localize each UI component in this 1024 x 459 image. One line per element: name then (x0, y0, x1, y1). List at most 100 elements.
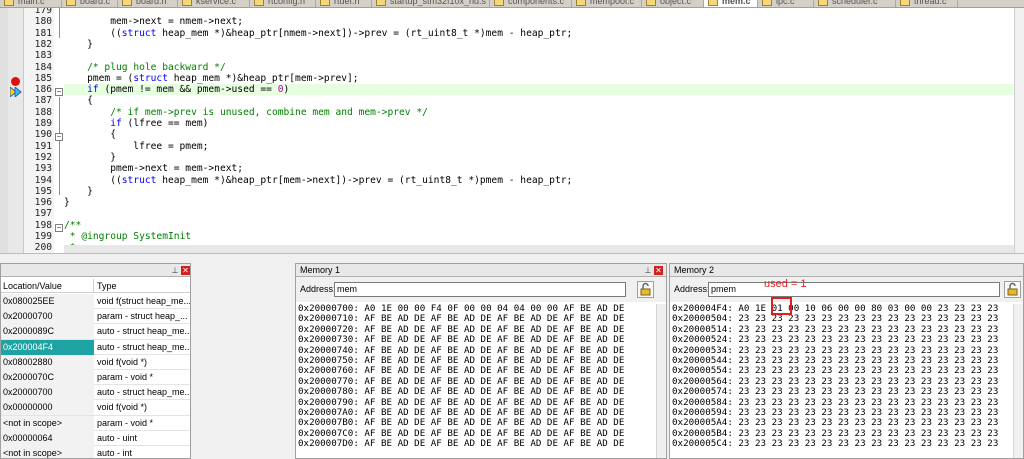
code-line[interactable]: } (64, 39, 1014, 50)
call-stack-row[interactable]: 0x2000089C auto - struct heap_me... (1, 324, 190, 340)
tab-board-c[interactable]: board.c (62, 0, 118, 7)
line-number: 191 (34, 140, 52, 152)
code-line[interactable]: /** (64, 220, 1014, 231)
code-line[interactable]: /* plug hole backward */ (64, 62, 1014, 73)
location-value: 0x2000070C (1, 370, 94, 385)
call-stack-row[interactable]: 0x200004F4 auto - struct heap_me... (1, 339, 190, 355)
code-token: } (64, 38, 93, 50)
column-location[interactable]: Location/Value (1, 279, 94, 293)
code-line[interactable]: } (64, 186, 1014, 197)
tab-scheduler-c[interactable]: scheduler.c (814, 0, 896, 7)
code-line[interactable]: lfree = pmem; (64, 141, 1014, 152)
call-stack-row[interactable]: 0x080025EE void f(struct heap_me... (1, 294, 190, 310)
tab-board-h[interactable]: board.h (118, 0, 178, 7)
code-line[interactable]: mem->next = nmem->next; (64, 16, 1014, 27)
call-stack-row[interactable]: <not in scope> param - void * (1, 415, 190, 431)
code-keyword: struct (121, 27, 157, 39)
code-line[interactable]: /* if mem->prev is unused, combine mem a… (64, 107, 1014, 118)
fold-toggle-icon[interactable]: − (55, 88, 63, 96)
code-line[interactable]: * @ingroup SystemInit (64, 231, 1014, 242)
call-stack-row[interactable]: <not in scope> auto - int (1, 446, 190, 458)
code-line[interactable]: ((struct heap_mem *)&heap_ptr[mem->next]… (64, 175, 1014, 186)
memory-row[interactable]: 0x200007D0: AF BE AD DE AF BE AD DE AF B… (298, 438, 624, 449)
line-number: 196 (34, 197, 52, 209)
tab-label: rtdef.h (334, 0, 360, 6)
code-line[interactable]: if (lfree == mem) (64, 118, 1014, 129)
close-icon[interactable]: ✕ (654, 266, 663, 275)
pin-icon[interactable]: ⊥ (171, 266, 179, 275)
memory-2-scrollbar[interactable] (1013, 304, 1023, 458)
tab-kservice-c[interactable]: kservice.c (178, 0, 250, 7)
type-value: auto - int (97, 448, 133, 458)
tab-mem-c[interactable]: mem.c (704, 0, 758, 7)
line-number: 188 (34, 106, 52, 118)
code-line[interactable]: pmem->next = mem->next; (64, 163, 1014, 174)
tab-rtdef-h[interactable]: rtdef.h (316, 0, 372, 7)
code-comment: /* plug hole backward */ (87, 61, 226, 73)
current-code-line[interactable]: if (pmem != mem && pmem->used == 0) (64, 84, 1014, 96)
code-line[interactable]: { (64, 129, 1014, 140)
editor-horizontal-scrollbar[interactable] (64, 245, 1014, 253)
call-stack-row[interactable]: 0x2000070C param - void * (1, 370, 190, 386)
code-line[interactable]: } (64, 197, 1014, 208)
tab-mempool-c[interactable]: mempool.c (572, 0, 642, 7)
code-line[interactable] (64, 8, 1014, 16)
file-icon (182, 0, 192, 6)
location-value: 0x080025EE (1, 294, 94, 309)
line-number: 185 (34, 72, 52, 84)
editor-vertical-scrollbar[interactable] (1014, 8, 1024, 253)
tab-thread-c[interactable]: thread.c (896, 0, 958, 7)
file-icon (4, 0, 14, 6)
call-stack-row[interactable]: 0x08002880 void f(void *) (1, 354, 190, 370)
breakpoint-icon[interactable] (11, 77, 20, 86)
location-value: 0x08002880 (1, 354, 94, 370)
memory-row[interactable]: 0x200005C4: 23 23 23 23 23 23 23 23 23 2… (672, 438, 998, 449)
call-stack-row[interactable]: 0x20000700 auto - struct heap_me... (1, 385, 190, 401)
line-number: 194 (34, 174, 52, 186)
fold-margin[interactable]: − − − (54, 8, 64, 253)
code-line[interactable] (64, 208, 1014, 219)
tab-label: rtconfig.h (268, 0, 306, 6)
call-stack-row[interactable]: 0x00000064 auto - uint (1, 430, 190, 446)
code-editor[interactable]: 179 180 181 182 183 184 185 186 187 188 189 190 191 1… (0, 8, 1024, 254)
call-stack-pane: ⊥ ✕ Location/Value Type 0x080025EE void f… (0, 263, 191, 459)
close-icon[interactable]: ✕ (181, 266, 190, 275)
tab-object-c[interactable]: object.c (642, 0, 704, 7)
pin-icon[interactable]: ⊥ (644, 266, 652, 275)
column-type[interactable]: Type (95, 279, 190, 293)
lock-icon[interactable] (1004, 281, 1021, 298)
memory-1-scrollbar[interactable] (656, 304, 666, 458)
code-token: (( (64, 174, 122, 186)
lock-icon[interactable] (637, 281, 654, 298)
tab-label: board.h (136, 0, 167, 6)
call-stack-row[interactable]: 0x20000700 param - struct heap_... (1, 309, 190, 325)
tab-components-c[interactable]: components.c (490, 0, 572, 7)
type-value: auto - struct heap_me... (97, 387, 190, 398)
code-area[interactable]: mem->next = nmem->next; ((struct heap_me… (64, 8, 1014, 253)
fold-toggle-icon[interactable]: − (55, 224, 63, 232)
memory-1-address-input[interactable]: mem (334, 282, 626, 297)
memory-1-title: Memory 1 (300, 265, 341, 275)
tab-rtconfig-h[interactable]: rtconfig.h (250, 0, 316, 7)
file-icon (708, 0, 718, 6)
tab-ipc-c[interactable]: ipc.c (758, 0, 814, 7)
code-line[interactable] (64, 50, 1014, 61)
code-token: } (64, 197, 70, 209)
editor-left-margin (0, 8, 8, 253)
tab-main-c[interactable]: main.c (0, 0, 62, 7)
breakpoint-margin[interactable] (8, 8, 24, 253)
tab-label: main.c (18, 0, 45, 6)
tab-label: startup_stm32f10x_hd.s (390, 0, 487, 6)
file-icon (494, 0, 504, 6)
memory-2-address-input[interactable]: pmem (708, 282, 1000, 297)
code-line[interactable]: pmem = (struct heap_mem *)&heap_ptr[mem-… (64, 73, 1014, 84)
code-line[interactable]: } (64, 152, 1014, 163)
code-line[interactable]: { (64, 95, 1014, 106)
fold-toggle-icon[interactable]: − (55, 133, 63, 141)
tab-label: scheduler.c (832, 0, 878, 6)
tab-startup-stm32f10x-hd-s[interactable]: startup_stm32f10x_hd.s (372, 0, 490, 7)
code-line[interactable]: ((struct heap_mem *)&heap_ptr[nmem->next… (64, 28, 1014, 39)
call-stack-row[interactable]: 0x00000000 void f(void *) (1, 400, 190, 416)
file-icon (376, 0, 386, 6)
